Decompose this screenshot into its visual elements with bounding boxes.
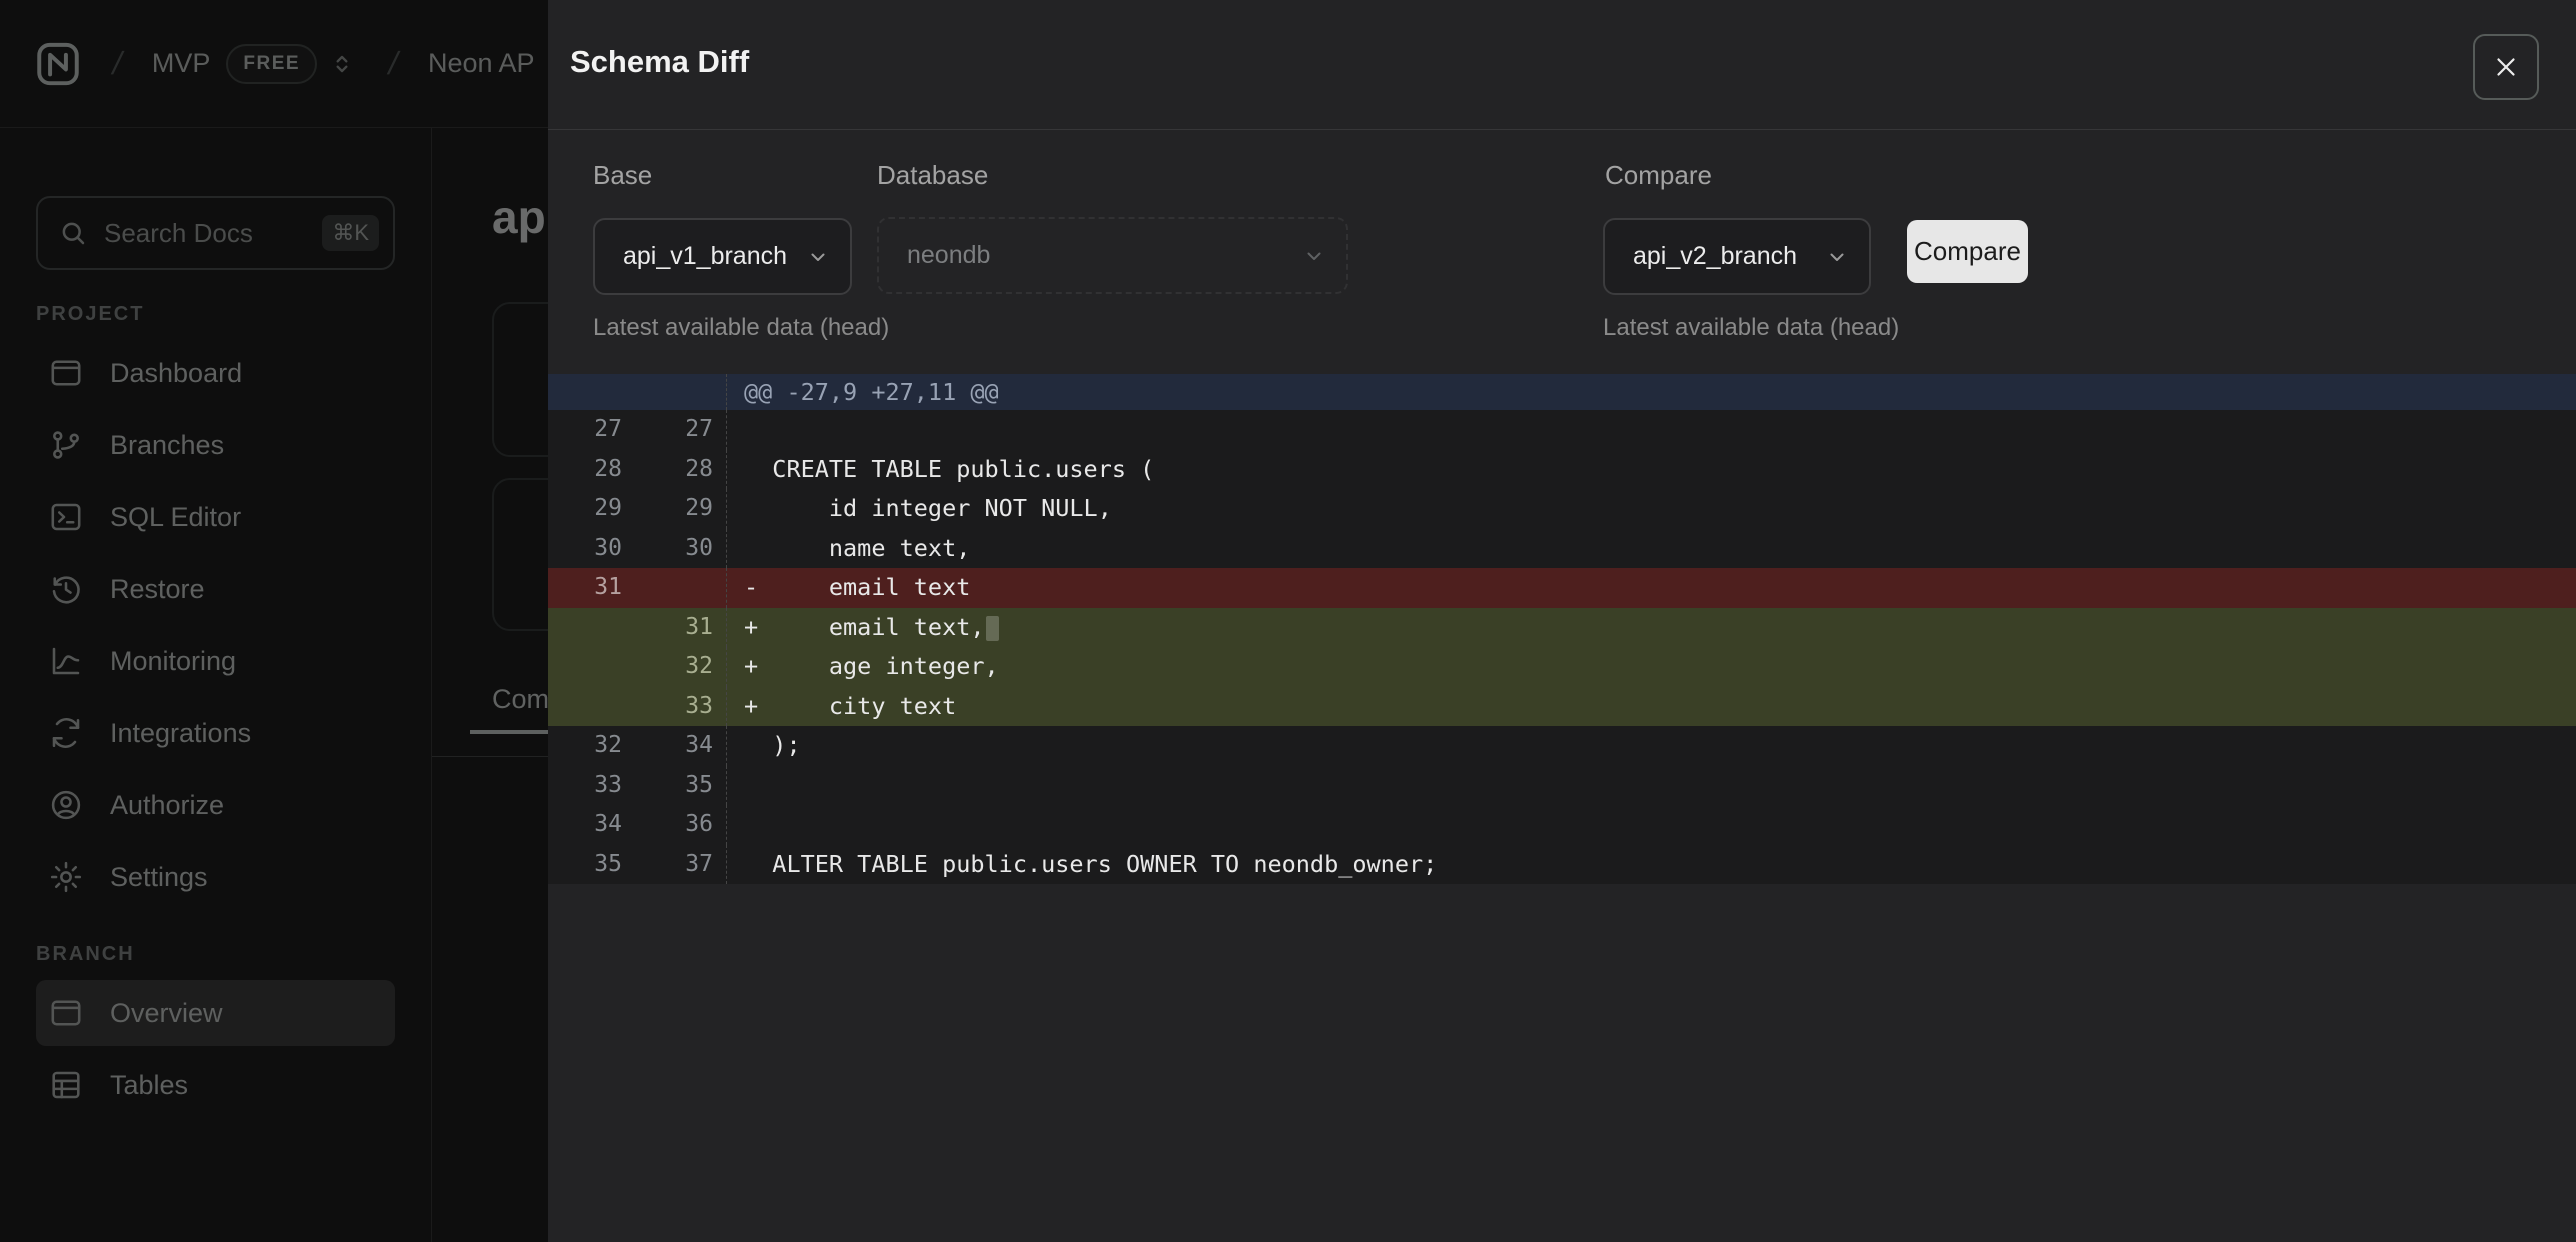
- diff-row: 2727: [548, 410, 2576, 450]
- compare-button[interactable]: Compare: [1907, 220, 2028, 283]
- diff-row: 2828 CREATE TABLE public.users (: [548, 450, 2576, 490]
- diff-code-line: - email text: [726, 568, 2576, 608]
- compare-caption: Latest available data (head): [1603, 314, 1899, 342]
- new-line-number: 27: [630, 410, 726, 450]
- modal-header: Schema Diff: [548, 0, 2576, 130]
- old-line-number: 35: [548, 845, 630, 885]
- new-line-number: 33: [630, 687, 726, 727]
- new-line-number: 28: [630, 450, 726, 490]
- text-cursor: [986, 616, 999, 641]
- old-line-number: 34: [548, 805, 630, 845]
- new-line-number: [630, 374, 726, 410]
- diff-code-line: [726, 410, 2576, 450]
- base-caption: Latest available data (head): [593, 314, 889, 342]
- chevron-down-icon: [1825, 245, 1849, 269]
- old-line-number: 30: [548, 529, 630, 569]
- modal-title: Schema Diff: [570, 44, 749, 80]
- old-line-number: 31: [548, 568, 630, 608]
- diff-code-line: + email text,: [726, 608, 2576, 648]
- diff-code-line: id integer NOT NULL,: [726, 489, 2576, 529]
- close-icon: [2491, 52, 2521, 82]
- diff-code-line: @@ -27,9 +27,11 @@: [726, 374, 2576, 410]
- diff-code-line: name text,: [726, 529, 2576, 569]
- diff-code-line: );: [726, 726, 2576, 766]
- diff-row: 31+ email text,: [548, 608, 2576, 648]
- chevron-down-icon: [1302, 244, 1326, 268]
- compare-branch-value: api_v2_branch: [1633, 242, 1797, 271]
- app-root: / MVP FREE / Neon AP Search Docs ⌘K PROJ…: [0, 0, 2576, 1242]
- new-line-number: [630, 568, 726, 608]
- base-label: Base: [593, 160, 652, 191]
- diff-code-line: [726, 805, 2576, 845]
- diff-row: 31 - email text: [548, 568, 2576, 608]
- old-line-number: 28: [548, 450, 630, 490]
- diff-hunk-header: @@ -27,9 +27,11 @@: [548, 374, 2576, 410]
- diff-row: 3234 );: [548, 726, 2576, 766]
- database-label: Database: [877, 160, 988, 191]
- diff-code-line: CREATE TABLE public.users (: [726, 450, 2576, 490]
- diff-row: 33+ city text: [548, 687, 2576, 727]
- new-line-number: 35: [630, 766, 726, 806]
- base-branch-select[interactable]: api_v1_branch: [593, 218, 852, 295]
- new-line-number: 37: [630, 845, 726, 885]
- old-line-number: [548, 647, 630, 687]
- new-line-number: 32: [630, 647, 726, 687]
- diff-row: 3537 ALTER TABLE public.users OWNER TO n…: [548, 845, 2576, 885]
- new-line-number: 30: [630, 529, 726, 569]
- old-line-number: 29: [548, 489, 630, 529]
- diff-row: 2929 id integer NOT NULL,: [548, 489, 2576, 529]
- old-line-number: 33: [548, 766, 630, 806]
- new-line-number: 34: [630, 726, 726, 766]
- diff-row: 3030 name text,: [548, 529, 2576, 569]
- chevron-down-icon: [806, 245, 830, 269]
- diff-code-line: + age integer,: [726, 647, 2576, 687]
- diff-row: 3335: [548, 766, 2576, 806]
- old-line-number: 27: [548, 410, 630, 450]
- database-value: neondb: [907, 241, 990, 270]
- dim-overlay: [0, 0, 548, 1242]
- compare-branch-select[interactable]: api_v2_branch: [1603, 218, 1871, 295]
- compare-label: Compare: [1605, 160, 1712, 191]
- database-select: neondb: [877, 217, 1348, 294]
- diff-code-line: + city text: [726, 687, 2576, 727]
- base-branch-value: api_v1_branch: [623, 242, 787, 271]
- old-line-number: [548, 687, 630, 727]
- old-line-number: 32: [548, 726, 630, 766]
- diff-code-line: [726, 766, 2576, 806]
- old-line-number: [548, 608, 630, 648]
- schema-diff-view: @@ -27,9 +27,11 @@2727 2828 CREATE TABLE…: [548, 374, 2576, 884]
- new-line-number: 31: [630, 608, 726, 648]
- diff-code-line: ALTER TABLE public.users OWNER TO neondb…: [726, 845, 2576, 885]
- close-button[interactable]: [2473, 34, 2539, 100]
- diff-row: 3436: [548, 805, 2576, 845]
- new-line-number: 29: [630, 489, 726, 529]
- schema-diff-modal: Schema Diff Base api_v1_branch Latest av…: [548, 0, 2576, 1242]
- old-line-number: [548, 374, 630, 410]
- diff-row: 32+ age integer,: [548, 647, 2576, 687]
- new-line-number: 36: [630, 805, 726, 845]
